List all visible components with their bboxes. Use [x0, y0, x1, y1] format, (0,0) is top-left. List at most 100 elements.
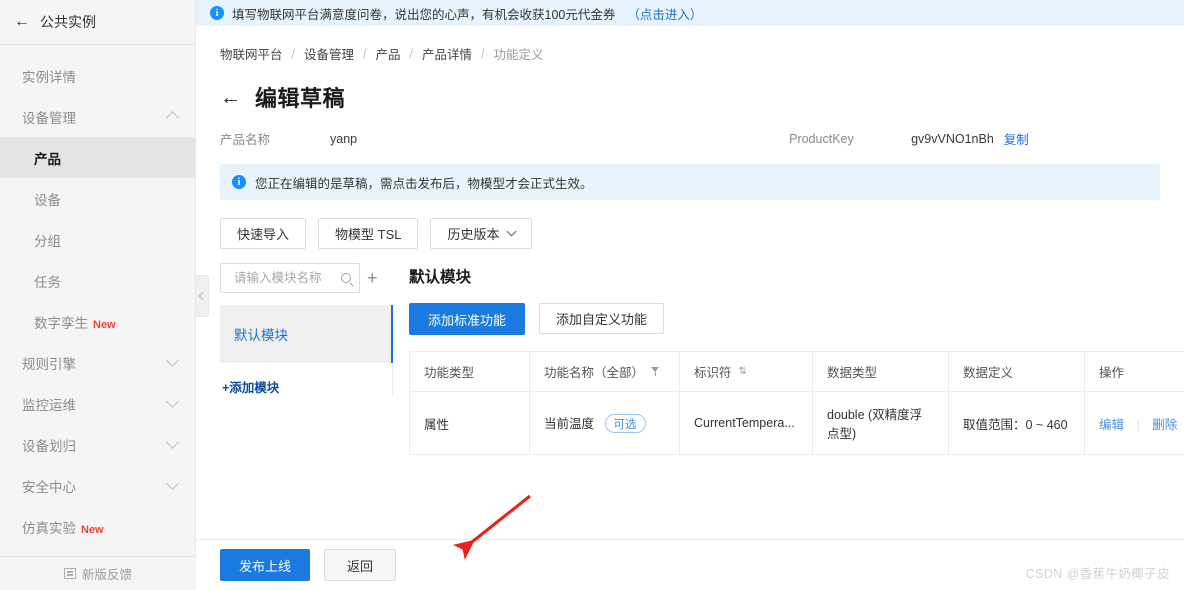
quick-import-button[interactable]: 快速导入	[220, 218, 307, 249]
sidebar-item-rule-engine[interactable]: 规则引擎	[0, 342, 195, 383]
sidebar-item-product[interactable]: 产品	[0, 137, 195, 178]
module-list: 默认模块 +添加模块	[220, 305, 393, 396]
sidebar-item-instance-detail[interactable]: 实例详情	[0, 55, 195, 96]
quick-import-label: 快速导入	[237, 227, 290, 242]
page-title: 编辑草稿	[255, 86, 346, 111]
breadcrumb: 物联网平台 / 设备管理 / 产品 / 产品详情 / 功能定义	[196, 26, 1184, 63]
product-key-group: ProductKey gv9vVNO1nBh 复制	[789, 129, 1029, 148]
breadcrumb-item-3[interactable]: 产品详情	[422, 44, 472, 63]
search-input[interactable]	[232, 270, 341, 286]
product-key-label: ProductKey	[789, 131, 854, 146]
tsl-model-button[interactable]: 物模型 TSL	[318, 218, 419, 249]
history-version-label: 历史版本	[447, 227, 500, 242]
sidebar-item-label: 仿真实验	[22, 520, 76, 536]
watermark: CSDN @香蕉牛奶椰子皮	[1025, 567, 1170, 581]
sidebar-item-device-assignment[interactable]: 设备划归	[0, 424, 195, 465]
product-name-label: 产品名称	[220, 133, 271, 147]
history-version-button[interactable]: 历史版本	[430, 218, 532, 249]
tsl-model-label: 物模型 TSL	[335, 227, 402, 242]
sidebar-item-device[interactable]: 设备	[0, 178, 195, 219]
survey-notice-link[interactable]: （点击进入）	[627, 4, 702, 23]
sidebar-nav: 实例详情 设备管理 产品 设备 分组 任务 数字孪生 New 规则引擎 监控运维…	[0, 45, 195, 547]
sidebar-item-label: 设备划归	[22, 438, 76, 454]
breadcrumb-separator: /	[409, 46, 413, 61]
column-label: 操作	[1099, 366, 1125, 380]
filter-icon[interactable]	[651, 367, 660, 376]
edit-link[interactable]: 编辑	[1099, 418, 1124, 432]
optional-tag: 可选	[604, 414, 646, 434]
info-circle-icon: i	[232, 175, 246, 189]
definition-panel: + 默认模块 +添加模块 默认模块 添加标准功能 添加自定义功	[196, 263, 1184, 455]
sidebar-item-security-center[interactable]: 安全中心	[0, 465, 195, 506]
back-button[interactable]: 返回	[324, 549, 397, 581]
sidebar-collapse-handle[interactable]	[196, 275, 209, 317]
info-circle-icon: i	[210, 6, 224, 20]
breadcrumb-item-0[interactable]: 物联网平台	[220, 44, 283, 63]
add-custom-function-label: 添加自定义功能	[556, 312, 648, 327]
sidebar-item-label: 设备管理	[22, 110, 76, 126]
add-standard-function-button[interactable]: 添加标准功能	[409, 303, 526, 335]
breadcrumb-separator: /	[481, 46, 485, 61]
column-header-data-type: 数据类型	[812, 351, 949, 392]
function-name-text: 当前温度	[544, 416, 595, 431]
cell-data-definition: 取值范围：0 ~ 460	[948, 391, 1085, 455]
sidebar-item-device-management[interactable]: 设备管理	[0, 96, 195, 137]
sidebar-item-label: 任务	[34, 274, 61, 290]
arrow-left-icon[interactable]: ←	[220, 87, 241, 108]
module-search-row: +	[220, 263, 393, 293]
module-list-item-default[interactable]: 默认模块	[220, 305, 393, 363]
sidebar-item-label: 安全中心	[22, 479, 76, 495]
publish-label: 发布上线	[239, 558, 292, 574]
page-header: ← 编辑草稿	[196, 63, 1184, 113]
main-content: i 填写物联网平台满意度问卷，说出您的心声，有机会收获100元代金券 （点击进入…	[196, 0, 1184, 590]
sidebar-item-monitoring-ops[interactable]: 监控运维	[0, 383, 195, 424]
module-item-label: 默认模块	[234, 328, 288, 343]
chevron-down-icon[interactable]	[166, 395, 179, 408]
sidebar-feedback-link[interactable]: 新版反馈	[0, 556, 196, 590]
column-header-data-definition: 数据定义	[948, 351, 1085, 392]
feedback-icon	[63, 568, 76, 579]
sidebar-feedback-label: 新版反馈	[81, 568, 132, 582]
sidebar-item-simulation-lab[interactable]: 仿真实验 New	[0, 506, 195, 547]
chevron-up-icon[interactable]	[166, 111, 179, 124]
sidebar-header[interactable]: ← 公共实例	[0, 0, 195, 45]
cell-identifier: CurrentTempera...	[679, 391, 813, 455]
sort-icon[interactable]: ⇅	[739, 366, 747, 377]
module-search-box[interactable]	[220, 263, 360, 293]
sidebar-item-group[interactable]: 分组	[0, 219, 195, 260]
breadcrumb-item-2[interactable]: 产品	[376, 44, 401, 63]
module-pane: + 默认模块 +添加模块	[196, 263, 393, 455]
chevron-down-icon[interactable]	[166, 354, 179, 367]
chevron-down-icon[interactable]	[166, 436, 179, 449]
column-label: 数据定义	[963, 366, 1014, 380]
add-standard-function-label: 添加标准功能	[428, 312, 507, 328]
copy-button[interactable]: 复制	[1004, 129, 1029, 148]
breadcrumb-item-1[interactable]: 设备管理	[304, 44, 354, 63]
publish-button[interactable]: 发布上线	[220, 549, 311, 581]
breadcrumb-item-4: 功能定义	[493, 48, 544, 62]
survey-notice-bar: i 填写物联网平台满意度问卷，说出您的心声，有机会收获100元代金券 （点击进入…	[196, 0, 1184, 26]
sidebar-header-title: 公共实例	[40, 14, 96, 30]
chevron-left-icon	[198, 291, 208, 301]
search-icon[interactable]	[341, 273, 351, 283]
add-module-button[interactable]: +添加模块	[220, 377, 392, 396]
cell-function-type: 属性	[409, 391, 530, 455]
table-header-row: 功能类型 功能名称（全部） 标识符 ⇅ 数据类型 数据定义 操作	[409, 351, 1184, 392]
column-label: 数据类型	[827, 366, 878, 380]
new-badge: New	[93, 318, 116, 331]
chevron-down-icon	[506, 226, 516, 237]
sidebar-item-task[interactable]: 任务	[0, 260, 195, 301]
plus-icon[interactable]: +	[367, 269, 378, 287]
arrow-left-icon[interactable]: ←	[14, 14, 30, 30]
table-row: 属性 当前温度 可选 CurrentTempera... double (双精度…	[409, 391, 1184, 455]
new-badge: New	[81, 523, 104, 536]
app-root: ← 公共实例 实例详情 设备管理 产品 设备 分组 任务 数字孪生 New 规则…	[0, 0, 1184, 590]
function-action-buttons: 添加标准功能 添加自定义功能	[409, 303, 1184, 335]
sidebar-item-digital-twin[interactable]: 数字孪生 New	[0, 301, 195, 342]
survey-notice-text: 填写物联网平台满意度问卷，说出您的心声，有机会收获100元代金券	[232, 7, 616, 22]
delete-link[interactable]: 删除	[1152, 418, 1177, 432]
chevron-down-icon[interactable]	[166, 477, 179, 490]
column-header-function-type: 功能类型	[409, 351, 530, 392]
function-pane-title: 默认模块	[409, 269, 472, 286]
add-custom-function-button[interactable]: 添加自定义功能	[539, 303, 665, 334]
